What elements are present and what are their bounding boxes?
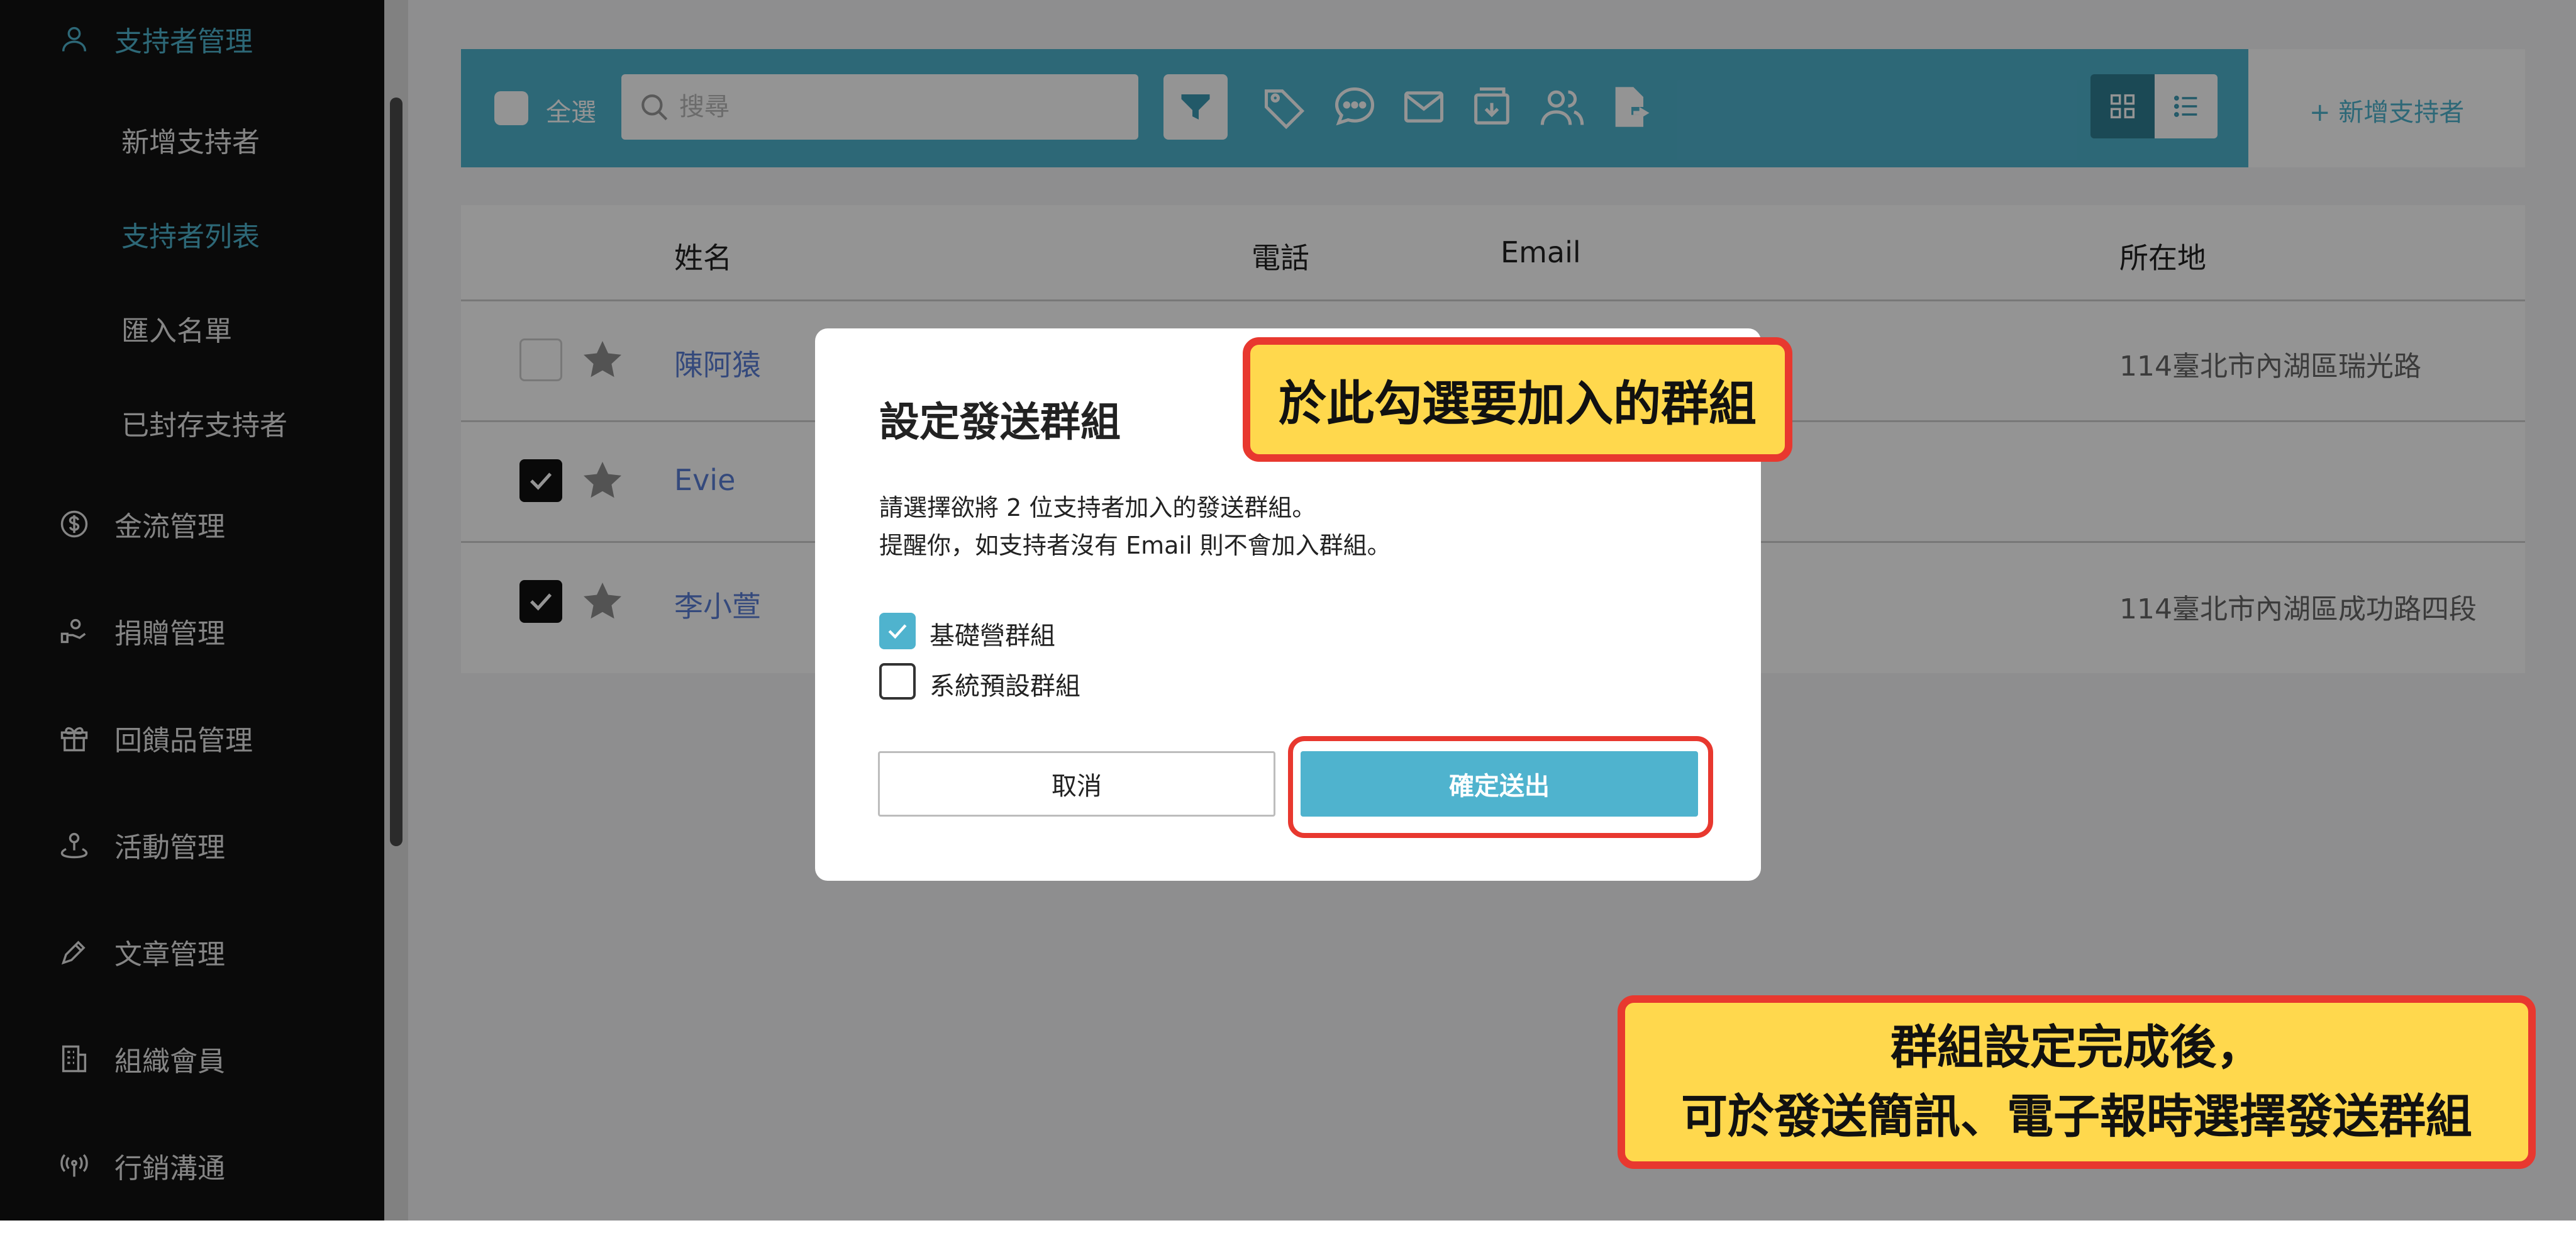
annotation-callout-top: 於此勾選要加入的群組: [1243, 337, 1792, 462]
confirm-send-button[interactable]: 確定送出: [1301, 751, 1698, 817]
app-window: 支持者管理 新增支持者 支持者列表 匯入名單 已封存支持者 金流管理 捐贈管理: [0, 0, 2576, 1221]
group-option-label[interactable]: 基礎營群組: [930, 615, 1055, 652]
group-option-label[interactable]: 系統預設群組: [930, 666, 1080, 702]
checkmark-icon: [888, 624, 907, 639]
cancel-button[interactable]: 取消: [878, 751, 1275, 817]
group-option-checkbox[interactable]: [879, 663, 916, 700]
modal-reminder: 提醒你，如支持者沒有 Email 則不會加入群組。: [879, 532, 1391, 559]
modal-description: 請選擇欲將 2 位支持者加入的發送群組。: [879, 494, 1316, 522]
callout-text-line1: 群組設定完成後，: [1890, 1020, 2263, 1075]
callout-text-line2: 可於發送簡訊、電子報時選擇發送群組: [1681, 1090, 2472, 1144]
annotation-callout-bottom: 群組設定完成後， 可於發送簡訊、電子報時選擇發送群組: [1618, 995, 2536, 1169]
callout-text: 於此勾選要加入的群組: [1279, 376, 1757, 432]
group-option-checkbox[interactable]: [879, 613, 916, 649]
modal-title: 設定發送群組: [879, 399, 1121, 446]
